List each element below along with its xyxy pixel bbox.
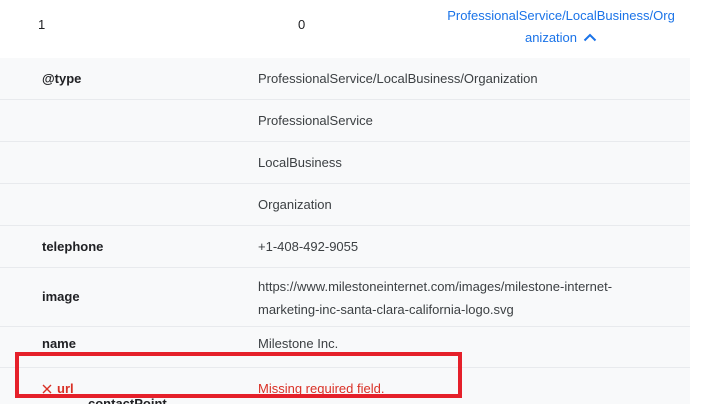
property-key: @type <box>42 71 82 86</box>
table-row: @type ProfessionalService/LocalBusiness/… <box>0 58 690 100</box>
property-value: Milestone Inc. <box>258 336 339 351</box>
property-value: Organization <box>258 197 332 212</box>
summary-row: 1 0 ProfessionalService/LocalBusiness/Or… <box>0 0 701 58</box>
property-key: url <box>42 381 74 396</box>
summary-count-2: 0 <box>298 17 306 32</box>
table-row: image https://www.milestoneinternet.com/… <box>0 268 690 327</box>
property-value: ProfessionalService <box>258 113 373 128</box>
structured-data-page: 1 0 ProfessionalService/LocalBusiness/Or… <box>0 0 701 404</box>
property-key: telephone <box>42 239 104 254</box>
type-link-line2: anization <box>524 30 578 45</box>
image-url-line1: https://www.milestoneinternet.com/images… <box>258 279 613 294</box>
property-key: name <box>42 336 76 351</box>
table-row: Organization <box>0 184 690 226</box>
property-value: LocalBusiness <box>258 155 342 170</box>
property-value: +1-408-492-9055 <box>258 239 359 254</box>
summary-count-1: 1 <box>38 17 46 32</box>
table-row: name Milestone Inc. <box>0 327 690 368</box>
error-message: Missing required field. <box>258 381 385 396</box>
close-icon <box>42 384 52 394</box>
type-toggle-link[interactable]: ProfessionalService/LocalBusiness/Org an… <box>436 5 686 49</box>
table-row: telephone +1-408-492-9055 <box>0 226 690 268</box>
property-key: image <box>42 289 80 304</box>
type-link-line1: ProfessionalService/LocalBusiness/Org <box>447 8 675 23</box>
property-key-partial: contactPoint <box>88 396 167 404</box>
image-url-line2: marketing-inc-santa-clara-california-log… <box>258 302 514 317</box>
property-value: https://www.milestoneinternet.com/images… <box>258 275 668 321</box>
property-value: ProfessionalService/LocalBusiness/Organi… <box>258 71 538 86</box>
table-row: ProfessionalService <box>0 100 690 142</box>
property-key-label: url <box>57 381 74 396</box>
detail-table: @type ProfessionalService/LocalBusiness/… <box>0 58 690 404</box>
chevron-up-icon[interactable] <box>583 33 597 42</box>
table-row: LocalBusiness <box>0 142 690 184</box>
